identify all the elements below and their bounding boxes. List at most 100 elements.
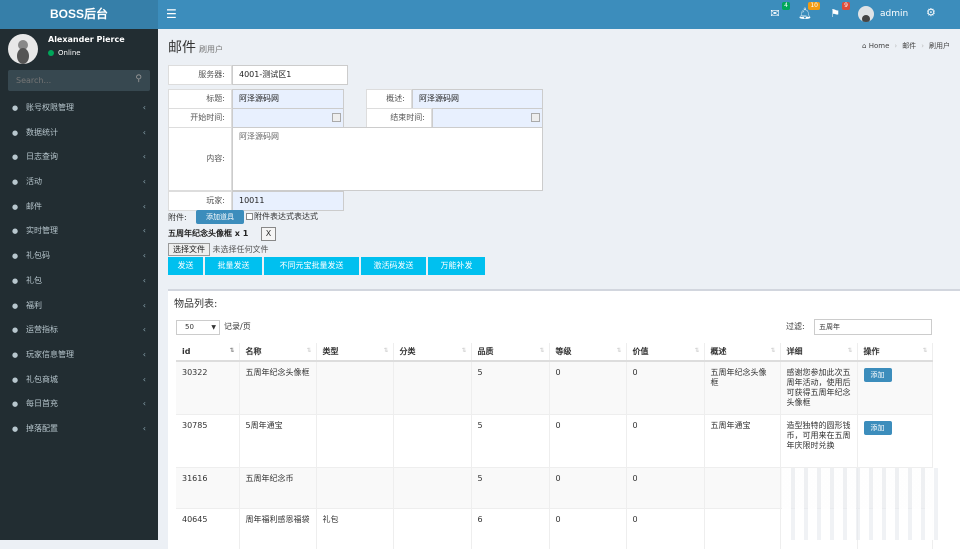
circle-icon: ● (12, 350, 19, 359)
cell-value: 0 (626, 360, 705, 415)
add-button[interactable]: 添加 (863, 421, 892, 435)
cell-detail: 造型独特的圆形钱币，可用来在五周年庆限时兑换 (780, 414, 858, 468)
content-textarea[interactable]: 阿泽源码网 (232, 127, 543, 191)
sidebar-user-name: Alexander Pierce (48, 35, 125, 44)
sidebar-item-gift-codes[interactable]: ● 礼包码 ‹ (0, 244, 158, 269)
cell-summary: 五周年纪念头像框 (704, 360, 781, 415)
breadcrumb-mail[interactable]: 邮件 (902, 42, 916, 50)
attachment-expression-toggle[interactable]: 附件表达式表达式 (246, 210, 318, 224)
attachment-expression-checkbox[interactable] (246, 213, 253, 220)
end-time-input[interactable] (432, 108, 543, 128)
send-button[interactable]: 发送 (168, 257, 203, 275)
sidebar-item-welfare[interactable]: ● 福利 ‹ (0, 294, 158, 319)
sidebar-item-account-permissions[interactable]: ● 账号权限管理 ‹ (0, 96, 158, 121)
column-header-type[interactable]: 类型 ⇅ (316, 343, 394, 362)
top-user-menu[interactable]: admin (858, 5, 908, 23)
server-select[interactable]: 4001-测试区1 (232, 65, 348, 85)
sidebar-item-realtime[interactable]: ● 实时管理 ‹ (0, 219, 158, 244)
sidebar-item-events[interactable]: ● 活动 ‹ (0, 170, 158, 195)
column-header-label: 详细 (786, 347, 803, 356)
cell-id: 40645 (176, 508, 240, 549)
cell-value: 0 (626, 508, 705, 549)
sidebar-item-label: 邮件 (26, 201, 42, 211)
attachment-expression-label: 附件表达式表达式 (254, 212, 318, 221)
add-button[interactable]: 添加 (863, 368, 892, 382)
start-time-input[interactable] (232, 108, 344, 128)
sidebar-item-daily-recharge[interactable]: ● 每日首充 ‹ (0, 392, 158, 417)
batch-send-different-ingots-button[interactable]: 不同元宝批量发送 (264, 257, 359, 275)
sidebar-item-gift-packs[interactable]: ● 礼包 ‹ (0, 269, 158, 294)
cell-id: 30785 (176, 414, 240, 468)
sidebar-item-gift-mall[interactable]: ● 礼包商城 ‹ (0, 368, 158, 393)
start-time-label: 开始时间: (168, 108, 232, 128)
items-list-title: 物品列表: (174, 299, 218, 310)
remove-attachment-button[interactable]: X (261, 227, 276, 241)
page-length-select[interactable]: 50 ▼ (176, 320, 220, 335)
column-header-id[interactable]: id ⇅ (176, 343, 240, 362)
column-header-label: 名称 (245, 347, 262, 356)
column-header-label: 概述 (710, 347, 727, 356)
filter-input[interactable]: 五周年 (814, 319, 932, 335)
messages-icon[interactable]: ✉ 4 (766, 2, 790, 22)
sort-icon: ⇅ (694, 347, 700, 354)
tasks-badge: 9 (842, 2, 850, 10)
cell-name: 周年福利感恩福袋 (239, 508, 317, 549)
tasks-flag-icon[interactable]: ⚑ 9 (826, 2, 850, 22)
gears-icon[interactable]: ⚙ (926, 6, 936, 19)
sidebar-item-ops-metrics[interactable]: ● 运营指标 ‹ (0, 318, 158, 343)
calendar-icon[interactable] (531, 113, 540, 122)
breadcrumb-current: 刷用户 (929, 42, 950, 50)
cell-summary (704, 508, 781, 549)
breadcrumb-home[interactable]: Home (869, 42, 890, 50)
sidebar-item-drop-config[interactable]: ● 掉落配置 ‹ (0, 417, 158, 442)
column-header-label: id (182, 347, 191, 356)
player-input[interactable]: 10011 (232, 191, 344, 211)
sidebar-item-player-info[interactable]: ● 玩家信息管理 ‹ (0, 343, 158, 368)
app-logo[interactable]: BOSS后台 (0, 0, 158, 29)
send-activation-code-button[interactable]: 激活码发送 (361, 257, 426, 275)
column-header-detail[interactable]: 详细 ⇅ (780, 343, 858, 362)
cell-quality: 5 (471, 467, 550, 509)
sidebar-item-statistics[interactable]: ● 数据统计 ‹ (0, 121, 158, 146)
sidebar-search: ⚲ (8, 70, 150, 91)
column-header-category[interactable]: 分类 ⇅ (393, 343, 472, 362)
search-input[interactable] (8, 70, 128, 91)
summary-input[interactable]: 阿泽源码网 (412, 89, 543, 109)
avatar (8, 34, 38, 64)
sidebar-item-mail[interactable]: ● 邮件 ‹ (0, 195, 158, 220)
page-title-text: 邮件 (168, 40, 196, 56)
cell-id: 31616 (176, 467, 240, 509)
chevron-down-icon: ▼ (211, 324, 216, 331)
chevron-left-icon: ‹ (142, 201, 146, 211)
circle-icon: ● (12, 276, 19, 285)
sidebar-item-label: 礼包码 (26, 251, 50, 261)
circle-icon: ● (12, 153, 19, 162)
column-header-action[interactable]: 操作 ⇅ (857, 343, 933, 362)
chevron-left-icon: ‹ (142, 127, 146, 137)
cell-category (393, 508, 472, 549)
search-icon[interactable]: ⚲ (135, 74, 142, 84)
column-header-level[interactable]: 等级 ⇅ (549, 343, 627, 362)
choose-file-button[interactable]: 选择文件 (168, 243, 210, 256)
page-subtitle: 刷用户 (199, 45, 223, 54)
notifications-icon[interactable]: 🔔︎ 10 (796, 2, 820, 22)
circle-icon: ● (12, 128, 19, 137)
circle-icon: ● (12, 375, 19, 384)
sort-icon: ⇅ (847, 347, 853, 354)
title-input[interactable]: 阿泽源码网 (232, 89, 344, 109)
calendar-icon[interactable] (332, 113, 341, 122)
cell-quality: 5 (471, 414, 550, 468)
sidebar-item-logs[interactable]: ● 日志查询 ‹ (0, 145, 158, 170)
universal-resend-button[interactable]: 万能补发 (428, 257, 485, 275)
file-status: 未选择任何文件 (212, 245, 269, 254)
column-header-value[interactable]: 价值 ⇅ (626, 343, 705, 362)
batch-send-button[interactable]: 批量发送 (205, 257, 262, 275)
column-header-summary[interactable]: 概述 ⇅ (704, 343, 781, 362)
column-header-name[interactable]: 名称 ⇅ (239, 343, 317, 362)
column-header-quality[interactable]: 品质 ⇅ (471, 343, 550, 362)
cell-level: 0 (549, 467, 627, 509)
title-label: 标题: (168, 89, 232, 109)
add-item-button[interactable]: 添加道具 (196, 210, 244, 224)
column-header-label: 分类 (399, 347, 416, 356)
sidebar-toggle-icon[interactable]: ☰ (166, 6, 180, 22)
